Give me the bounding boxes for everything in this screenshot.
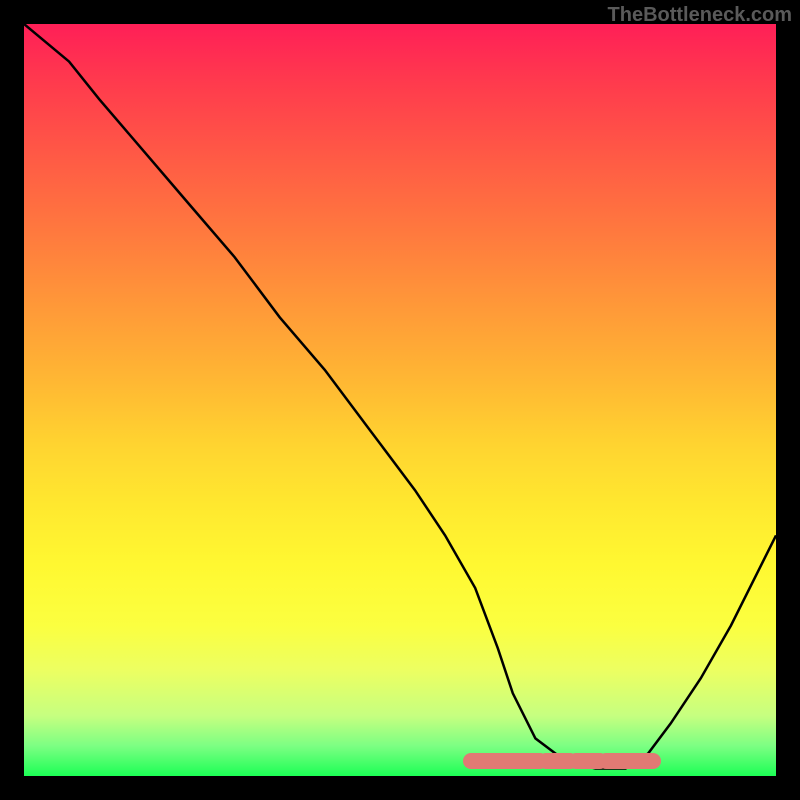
optimal-range-markers	[24, 24, 776, 776]
watermark-text: TheBottleneck.com	[608, 4, 792, 27]
chart-frame	[24, 24, 776, 776]
optimal-marker	[621, 753, 661, 769]
